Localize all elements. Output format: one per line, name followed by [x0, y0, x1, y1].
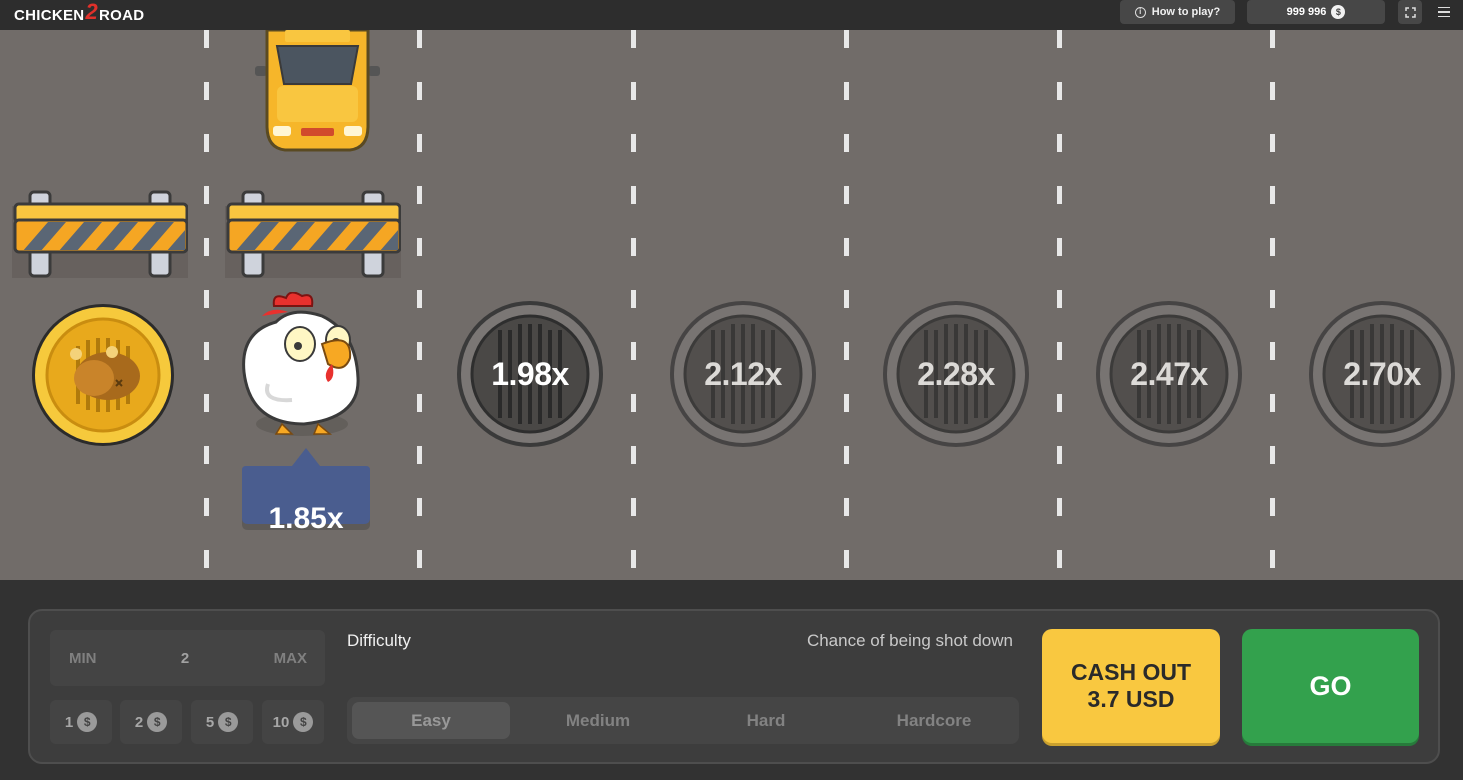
game-logo: CHICKEN 2 ROAD [14, 0, 145, 26]
road-barrier-icon [12, 190, 188, 278]
lane-divider [1057, 30, 1062, 580]
lane-divider [631, 30, 636, 580]
menu-line [1438, 15, 1450, 18]
max-bet-button[interactable]: MAX [274, 630, 307, 686]
quick-bet-label: 10 [272, 713, 290, 731]
quick-bet-2-button[interactable]: 2 $ [120, 700, 182, 744]
lane-divider [844, 30, 849, 580]
manhole-lane-1[interactable]: 1.98x [456, 300, 604, 448]
how-to-play-label: How to play? [1151, 6, 1221, 18]
multiplier-value: 2.28x [917, 355, 995, 392]
lane-divider [417, 30, 422, 580]
difficulty-tab-easy[interactable]: Easy [352, 702, 510, 739]
menu-line [1438, 6, 1450, 9]
menu-line [1438, 11, 1450, 13]
manhole-lane-5[interactable]: 2.70x [1308, 300, 1456, 448]
dollar-coin-icon: $ [293, 712, 314, 732]
difficulty-tab-hard[interactable]: Hard [687, 702, 845, 739]
current-multiplier-tag: 1.85x [242, 448, 370, 535]
quick-bet-1-button[interactable]: 1 $ [50, 700, 112, 744]
manhole-lane-4[interactable]: 2.47x [1095, 300, 1243, 448]
multiplier-value: 2.47x [1130, 355, 1208, 392]
fullscreen-icon [1404, 6, 1416, 18]
multiplier-value: 2.12x [704, 355, 782, 392]
difficulty-tab-medium[interactable]: Medium [519, 702, 677, 739]
difficulty-selector: Easy Medium Hard Hardcore [347, 697, 1019, 744]
game-app: CHICKEN 2 ROAD i How to play? 999 996 $ [0, 0, 1463, 780]
hamburger-menu-button[interactable] [1432, 2, 1456, 22]
current-multiplier-value: 1.85x [268, 502, 344, 535]
lane-divider [204, 30, 209, 580]
top-bar: CHICKEN 2 ROAD i How to play? 999 996 $ [0, 0, 1463, 30]
chicken-icon [242, 292, 360, 436]
manhole-lane-2[interactable]: 2.12x [669, 300, 817, 448]
quick-bet-label: 2 [134, 713, 144, 731]
info-icon: i [1134, 6, 1146, 18]
logo-text-mid: 2 [85, 0, 98, 24]
balance-display: 999 996 $ [1247, 0, 1385, 24]
road-area: 1.85x 1.98x 2.12x 2.28x 2.47x 2.70x [0, 30, 1463, 580]
quick-bet-label: 1 [64, 713, 74, 731]
lane-divider [1270, 30, 1275, 580]
multiplier-value: 1.98x [491, 355, 569, 392]
dollar-coin-icon: $ [147, 712, 168, 732]
roast-chicken-coin-icon [32, 304, 174, 446]
quick-bet-10-button[interactable]: 10 $ [262, 700, 324, 744]
go-button[interactable]: GO [1242, 629, 1419, 743]
how-to-play-button[interactable]: i How to play? [1120, 0, 1235, 24]
quick-bet-label: 5 [205, 713, 215, 731]
quick-bet-5-button[interactable]: 5 $ [191, 700, 253, 744]
fullscreen-button[interactable] [1398, 0, 1422, 24]
dollar-coin-icon: $ [77, 712, 98, 732]
difficulty-tab-hardcore[interactable]: Hardcore [855, 702, 1013, 739]
bet-amount-input[interactable]: MIN 2 MAX [50, 630, 325, 686]
dollar-coin-icon: $ [1331, 5, 1346, 19]
logo-text-left: CHICKEN [14, 6, 85, 24]
control-panel-area: MIN 2 MAX 1 $ 2 $ 5 $ 10 $ Difficulty Ch… [0, 580, 1463, 780]
road-barrier-icon [225, 190, 401, 278]
control-panel: MIN 2 MAX 1 $ 2 $ 5 $ 10 $ Difficulty Ch… [28, 609, 1440, 764]
dollar-coin-icon: $ [218, 712, 239, 732]
cash-out-label: CASH OUT [1070, 659, 1192, 685]
difficulty-label: Difficulty [347, 631, 411, 650]
multiplier-value: 2.70x [1343, 355, 1421, 392]
cash-out-button[interactable]: CASH OUT 3.7 USD [1042, 629, 1220, 743]
manhole-lane-3[interactable]: 2.28x [882, 300, 1030, 448]
chance-label: Chance of being shot down [806, 631, 1013, 650]
logo-text-right: ROAD [98, 6, 145, 24]
balance-value: 999 996 [1286, 6, 1327, 18]
cash-out-amount: 3.7 USD [1087, 686, 1175, 712]
car-icon [255, 30, 380, 152]
